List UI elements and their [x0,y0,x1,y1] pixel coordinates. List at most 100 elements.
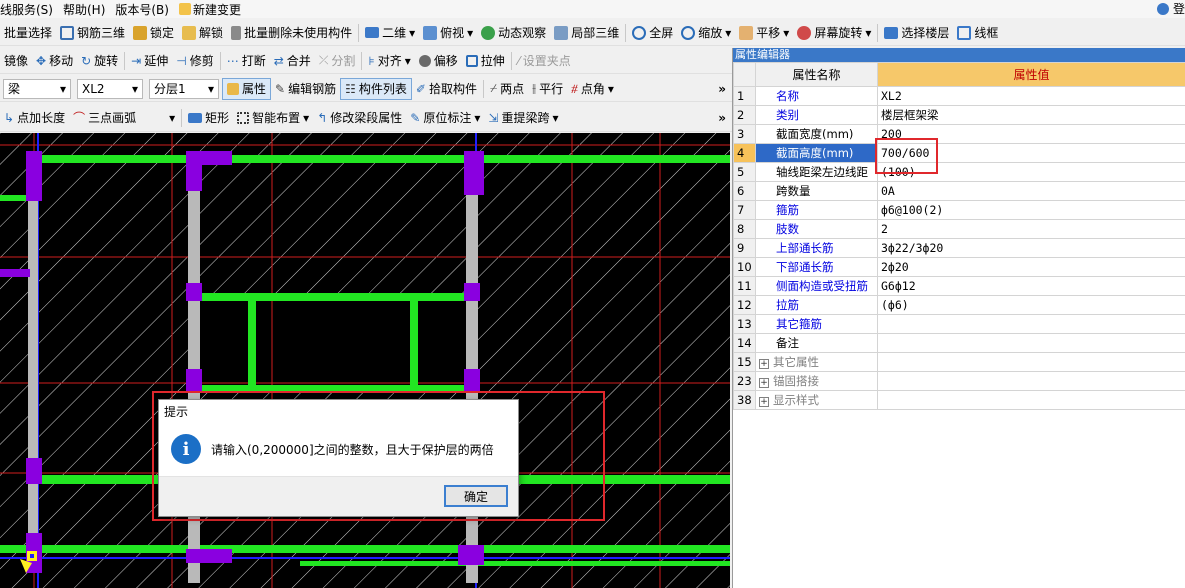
set-grip-button[interactable]: ⁄ 设置夹点 [514,50,575,72]
menu-online-service[interactable]: 线服务(S) [0,1,53,18]
expand-icon[interactable]: + [759,397,769,407]
modify-beam-segment-button[interactable]: ↰ 修改梁段属性 [313,107,406,129]
property-value[interactable]: 2ф20 [877,257,1185,277]
property-value[interactable] [877,371,1185,391]
pan-dropdown[interactable]: 平移 ▾ [735,22,793,44]
align-dropdown[interactable]: ⊧ 对齐 ▾ [364,50,414,72]
property-row[interactable]: 23 + 锚固搭接 [733,371,1185,391]
zoom-dropdown[interactable]: 缩放 ▾ [677,22,735,44]
property-row[interactable]: 1 名称 XL2 [733,86,1185,106]
property-value[interactable]: XL2 [877,86,1185,106]
menu-version[interactable]: 版本号(B) [115,1,169,18]
screen-rotate-dropdown[interactable]: 屏幕旋转 ▾ [793,22,875,44]
edit-rebar-button[interactable]: ✎ 编辑钢筋 [271,78,340,100]
offset-icon [418,54,431,67]
local-3d-button[interactable]: 局部三维 [550,22,623,44]
expand-icon[interactable]: + [759,359,769,369]
trim-button[interactable]: ⊣ 修剪 [172,50,217,72]
mirror-button[interactable]: 镜像 [0,50,32,72]
property-row[interactable]: 3 截面宽度(mm) 200 [733,124,1185,144]
type-select[interactable]: 梁 ▾ [3,78,71,99]
expand-icon[interactable]: + [759,378,769,388]
re-extract-span-dropdown[interactable]: ⇲ 重提梁跨 ▾ [484,107,562,129]
three-point-arc-dropdown[interactable]: ⌒ 三点画弧 ▾ [69,107,179,129]
pick-component-button[interactable]: ✐ 拾取构件 [412,78,481,100]
merge-icon: ⇄ [273,53,284,68]
property-value[interactable] [877,333,1185,353]
lock-button[interactable]: 锁定 [129,22,178,44]
user-icon[interactable] [1156,2,1169,15]
properties-button[interactable]: 属性 [222,77,272,100]
login-label[interactable]: 登 [1173,0,1185,17]
move-button[interactable]: ✥ 移动 [32,50,77,72]
property-row[interactable]: 10 下部通长筋 2ф20 [733,257,1185,277]
select-floor-button[interactable]: 选择楼层 [880,22,953,44]
property-value[interactable]: 0A [877,181,1185,201]
dynamic-observe-button[interactable]: 动态观察 [477,22,550,44]
point-length-button[interactable]: ↳ 点加长度 [0,107,69,129]
drawing-canvas[interactable] [0,133,730,588]
menu-new-change[interactable]: 新建变更 [178,1,241,18]
component-list-button[interactable]: ☷ 构件列表 [340,77,412,100]
in-situ-annotation-dropdown[interactable]: ✎ 原位标注 ▾ [406,107,484,129]
property-row[interactable]: 5 轴线距梁左边线距 (100) [733,162,1185,182]
property-row[interactable]: 13 其它箍筋 [733,314,1185,334]
parallel-button[interactable]: ⫲ 平行 [528,78,567,100]
menu-help[interactable]: 帮助(H) [63,1,105,18]
two-point-button[interactable]: ⌿ 两点 [486,78,528,100]
property-row[interactable]: 38 + 显示样式 [733,390,1185,410]
property-value[interactable]: (100) [877,162,1185,182]
stretch-button[interactable]: 拉伸 [462,50,509,72]
property-value[interactable] [877,352,1185,372]
split-button[interactable]: ⤫ 分割 [315,50,360,72]
offset-button[interactable]: 偏移 [415,50,462,72]
property-value[interactable]: 2 [877,219,1185,239]
property-name: 截面高度(mm) [755,143,878,163]
merge-button[interactable]: ⇄ 合并 [270,50,315,72]
property-name: 肢数 [755,219,878,239]
property-value[interactable]: 楼层框架梁 [877,105,1185,125]
property-value[interactable]: 700/600 [877,143,1185,163]
offset-label: 偏移 [433,54,458,68]
unlock-label: 解锁 [199,26,224,40]
rotate-button[interactable]: ↻ 旋转 [77,50,122,72]
point-angle-dropdown[interactable]: ⧣ 点角 ▾ [567,78,618,100]
toolbar-overflow-button[interactable]: » [718,82,732,96]
move-label: 移动 [49,54,74,68]
toolbar-overflow-button[interactable]: » [718,111,732,125]
fullscreen-button[interactable]: 全屏 [628,22,677,44]
batch-delete-button[interactable]: 批量删除未使用构件 [227,22,356,44]
property-value[interactable]: 200 [877,124,1185,144]
rebar-3d-label: 钢筋三维 [77,26,126,40]
rebar-3d-button[interactable]: 钢筋三维 [56,22,129,44]
property-value[interactable]: (ф6) [877,295,1185,315]
top-view-dropdown[interactable]: 俯视 ▾ [419,22,477,44]
unlock-button[interactable]: 解锁 [178,22,227,44]
property-row[interactable]: 6 跨数量 0A [733,181,1185,201]
ok-button[interactable]: 确定 [444,485,508,507]
view-2d-dropdown[interactable]: 二维 ▾ [361,22,419,44]
property-row[interactable]: 14 备注 [733,333,1185,353]
property-row[interactable]: 15 + 其它属性 [733,352,1185,372]
property-row[interactable]: 2 类别 楼层框架梁 [733,105,1185,125]
property-row[interactable]: 8 肢数 2 [733,219,1185,239]
property-row[interactable]: 11 侧面构造或受扭筋 G6ф12 [733,276,1185,296]
wireframe-button[interactable]: 线框 [953,22,1002,44]
property-row[interactable]: 4 截面高度(mm) 700/600 [733,143,1185,163]
batch-select-button[interactable]: 批量选择 [0,22,56,44]
property-value[interactable] [877,390,1185,410]
property-value[interactable]: ф6@100(2) [877,200,1185,220]
property-row[interactable]: 9 上部通长筋 3ф22/3ф20 [733,238,1185,258]
component-select[interactable]: XL2 ▾ [77,78,143,99]
chevron-down-icon: ▾ [467,25,474,40]
layer-select[interactable]: 分层1 ▾ [149,78,219,99]
property-value[interactable]: G6ф12 [877,276,1185,296]
smart-layout-dropdown[interactable]: 智能布置 ▾ [233,107,313,129]
extend-button[interactable]: ⇥ 延伸 [127,50,172,72]
property-value[interactable] [877,314,1185,334]
rectangle-button[interactable]: 矩形 [184,107,233,129]
property-row[interactable]: 12 拉筋 (ф6) [733,295,1185,315]
property-value[interactable]: 3ф22/3ф20 [877,238,1185,258]
property-row[interactable]: 7 箍筋 ф6@100(2) [733,200,1185,220]
break-button[interactable]: ⋯ 打断 [223,50,270,72]
